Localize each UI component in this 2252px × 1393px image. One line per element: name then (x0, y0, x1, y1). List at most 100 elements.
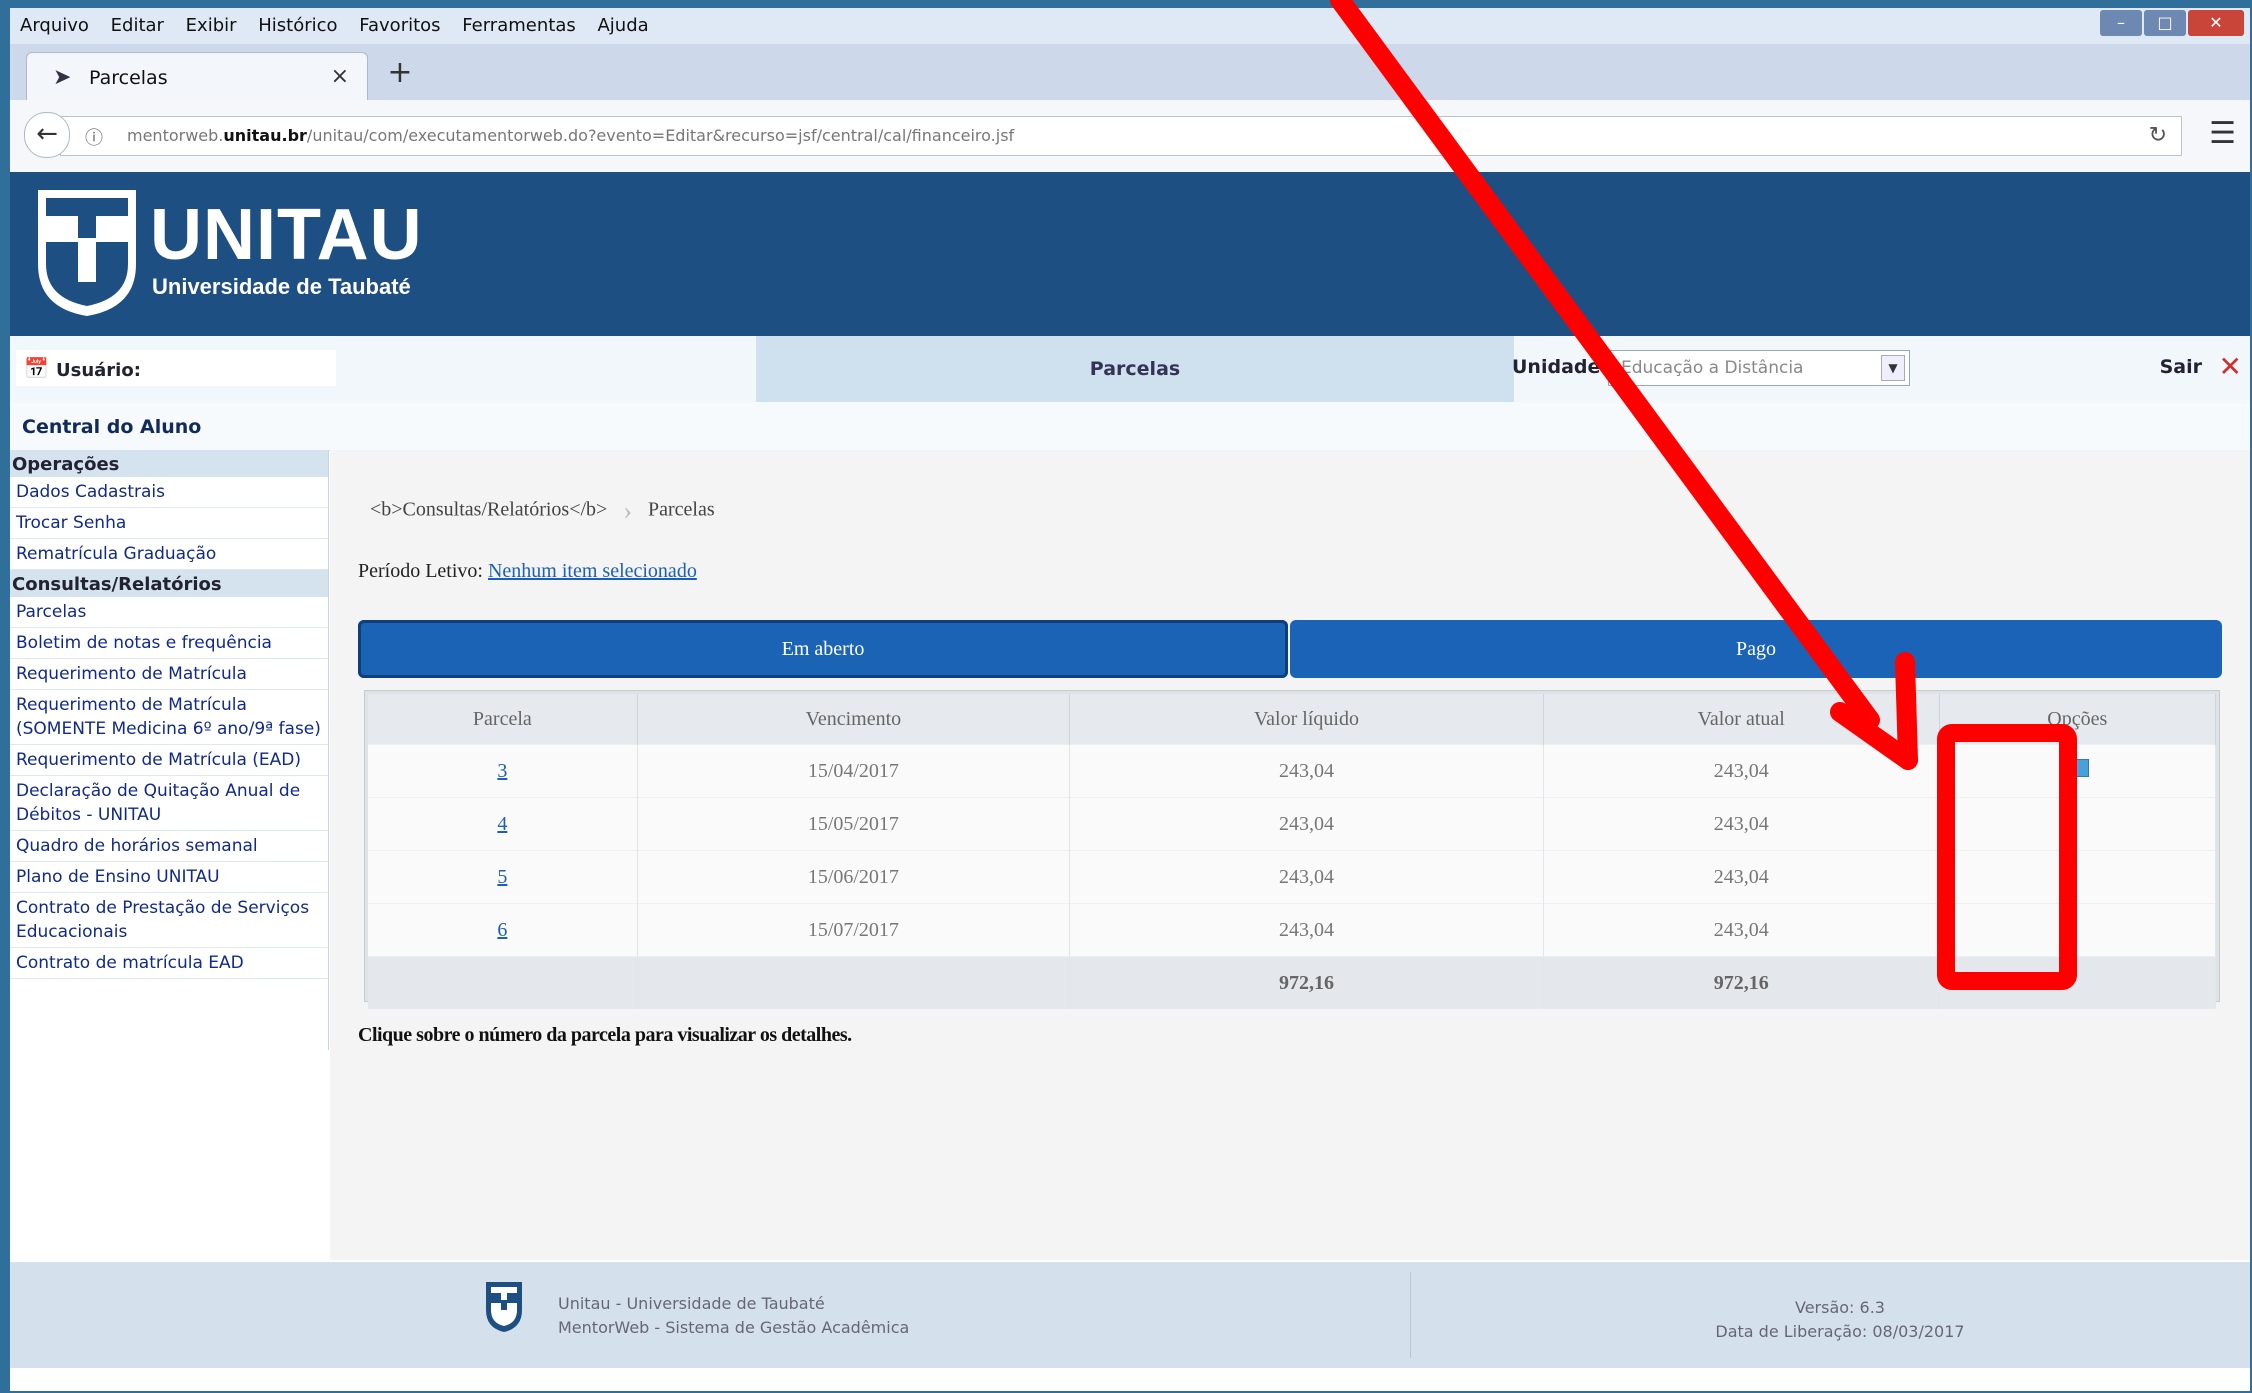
address-bar[interactable]: ⓘ mentorweb.unitau.br/unitau/com/executa… (60, 116, 2182, 156)
sidebar-item-rematricula[interactable]: Rematrícula Graduação (10, 539, 328, 570)
table-header-row: Parcela Vencimento Valor líquido Valor a… (368, 694, 2217, 745)
sidebar-item-contrato-ead[interactable]: Contrato de matrícula EAD (10, 948, 328, 979)
maximize-icon[interactable]: □ (2144, 10, 2186, 36)
hamburger-menu-icon[interactable]: ☰ (2209, 116, 2236, 151)
menu-ferramentas[interactable]: Ferramentas (462, 15, 575, 36)
cell-opcoes (1939, 850, 2217, 904)
info-bar: 📅 Usuário: Parcelas Unidade Educação a D… (10, 336, 2250, 403)
footer-right: Versão: 6.3 Data de Liberação: 08/03/201… (1570, 1296, 2110, 1344)
user-box: 📅 Usuário: (16, 350, 336, 386)
unitau-shield-logo-icon[interactable] (34, 186, 140, 320)
table-total-row: 972,16 972,16 (368, 956, 2217, 1009)
footer-divider (1410, 1272, 1411, 1358)
cell-atual: 243,04 (1543, 797, 1940, 851)
browser-tab[interactable]: ➤ Parcelas × (26, 52, 368, 101)
sidebar-item-dados-cadastrais[interactable]: Dados Cadastrais (10, 477, 328, 508)
sidebar-item-requerimento[interactable]: Requerimento de Matrícula (10, 659, 328, 690)
parcela-link[interactable]: 5 (497, 866, 507, 888)
total-atual: 972,16 (1543, 956, 1940, 1009)
footer-line1: Unitau - Universidade de Taubaté (558, 1294, 825, 1313)
minimize-icon[interactable]: – (2100, 10, 2142, 36)
sidebar-item-requerimento-medicina[interactable]: Requerimento de Matrícula (SOMENTE Medic… (10, 690, 328, 745)
back-arrow-icon[interactable]: ← (24, 112, 70, 158)
cell-parcela: 5 (368, 850, 638, 904)
browser-menubar: Arquivo Editar Exibir Histórico Favorito… (10, 8, 2250, 45)
chevron-down-icon[interactable]: ▼ (1881, 355, 1905, 381)
cell-parcela: 6 (368, 903, 638, 957)
footer-line2: MentorWeb - Sistema de Gestão Acadêmica (558, 1318, 910, 1337)
footer-release: Data de Liberação: 08/03/2017 (1715, 1322, 1965, 1341)
tab-em-aberto[interactable]: Em aberto (358, 620, 1288, 678)
unidade-label: Unidade (1512, 356, 1601, 378)
logout-link[interactable]: Sair (2160, 356, 2202, 378)
cell-vencimento: 15/04/2017 (637, 744, 1071, 798)
url-path: /unitau/com/executamentorweb.do?evento=E… (306, 126, 1015, 145)
url-text: mentorweb.unitau.br/unitau/com/executame… (127, 126, 1014, 145)
new-tab-icon[interactable]: + (382, 56, 418, 92)
browser-tabbar: ➤ Parcelas × + (10, 44, 2250, 101)
sidebar: Operações Dados Cadastrais Trocar Senha … (10, 450, 329, 1050)
tab-close-icon[interactable]: × (331, 64, 349, 89)
parcela-link[interactable]: 3 (497, 760, 507, 782)
status-tabs: Em aberto Pago (358, 620, 2224, 682)
sidebar-item-requerimento-ead[interactable]: Requerimento de Matrícula (EAD) (10, 745, 328, 776)
table-row: 5 15/06/2017 243,04 243,04 (368, 850, 2217, 904)
logout-close-icon[interactable]: ✕ (2219, 350, 2242, 383)
central-title: Central do Aluno (22, 416, 202, 438)
tab-title: Parcelas (89, 67, 168, 89)
total-liquido: 972,16 (1069, 956, 1544, 1009)
site-favicon-icon: ➤ (53, 65, 72, 90)
cell-empty (637, 956, 1071, 1009)
user-label: Usuário: (56, 360, 141, 381)
footer: Unitau - Universidade de Taubaté MentorW… (10, 1262, 2250, 1368)
col-valor-atual: Valor atual (1543, 694, 1940, 745)
brand-title: UNITAU (150, 195, 423, 275)
sidebar-item-horarios[interactable]: Quadro de horários semanal (10, 831, 328, 862)
cell-opcoes (1939, 797, 2217, 851)
unidade-select[interactable]: Educação a Distância ▼ (1608, 350, 1910, 386)
site-header: UNITAU Universidade de Taubaté (10, 172, 2250, 336)
cell-opcoes (1939, 903, 2217, 957)
menu-ajuda[interactable]: Ajuda (597, 15, 648, 36)
breadcrumb-chevron-icon: › (623, 496, 633, 525)
parcelas-table: Parcela Vencimento Valor líquido Valor a… (368, 694, 2217, 1009)
sidebar-item-quitacao[interactable]: Declaração de Quitação Anual de Débitos … (10, 776, 328, 831)
parcelas-table-wrap: Parcela Vencimento Valor líquido Valor a… (364, 690, 2220, 1009)
col-valor-liquido: Valor líquido (1069, 694, 1544, 745)
menu-arquivo[interactable]: Arquivo (20, 15, 89, 36)
sidebar-item-boletim[interactable]: Boletim de notas e frequência (10, 628, 328, 659)
menu-exibir[interactable]: Exibir (186, 15, 237, 36)
periodo-label: Período Letivo: (358, 560, 483, 582)
col-vencimento: Vencimento (637, 694, 1071, 745)
reload-icon[interactable]: ↻ (2149, 123, 2167, 148)
cell-parcela: 3 (368, 744, 638, 798)
menu-favoritos[interactable]: Favoritos (359, 15, 440, 36)
cell-parcela: 4 (368, 797, 638, 851)
parcela-link[interactable]: 6 (497, 919, 507, 941)
sidebar-item-trocar-senha[interactable]: Trocar Senha (10, 508, 328, 539)
sidebar-item-plano-ensino[interactable]: Plano de Ensino UNITAU (10, 862, 328, 893)
url-domain: unitau.br (223, 126, 307, 145)
sidebar-item-parcelas[interactable]: Parcelas (10, 597, 328, 628)
footer-left: Unitau - Universidade de Taubaté MentorW… (558, 1292, 909, 1340)
menu-historico[interactable]: Histórico (258, 15, 337, 36)
periodo-letivo: Período Letivo: Nenhum item selecionado (358, 560, 697, 583)
periodo-link[interactable]: Nenhum item selecionado (488, 560, 697, 582)
cell-empty (1939, 956, 2217, 1009)
cell-liquido: 243,04 (1069, 850, 1544, 904)
sidebar-item-contrato-servicos[interactable]: Contrato de Prestação de Serviços Educac… (10, 893, 328, 948)
window-close-icon[interactable]: ✕ (2188, 10, 2244, 36)
parcela-link[interactable]: 4 (497, 813, 507, 835)
breadcrumb-consultas[interactable]: <b>Consultas/Relatórios</b> (370, 499, 607, 521)
tab-pago[interactable]: Pago (1290, 620, 2222, 678)
url-prefix: mentorweb. (127, 126, 224, 145)
site-info-icon[interactable]: ⓘ (85, 124, 103, 150)
menu-editar[interactable]: Editar (111, 15, 164, 36)
cell-liquido: 243,04 (1069, 797, 1544, 851)
footer-shield-logo-icon (486, 1282, 522, 1332)
cell-opcoes (1939, 744, 2217, 798)
boleto-print-icon[interactable] (2065, 759, 2090, 777)
window-controls: – □ ✕ (2100, 10, 2244, 36)
cell-atual: 243,04 (1543, 903, 1940, 957)
breadcrumb: <b>Consultas/Relatórios</b> › Parcelas (370, 496, 715, 526)
